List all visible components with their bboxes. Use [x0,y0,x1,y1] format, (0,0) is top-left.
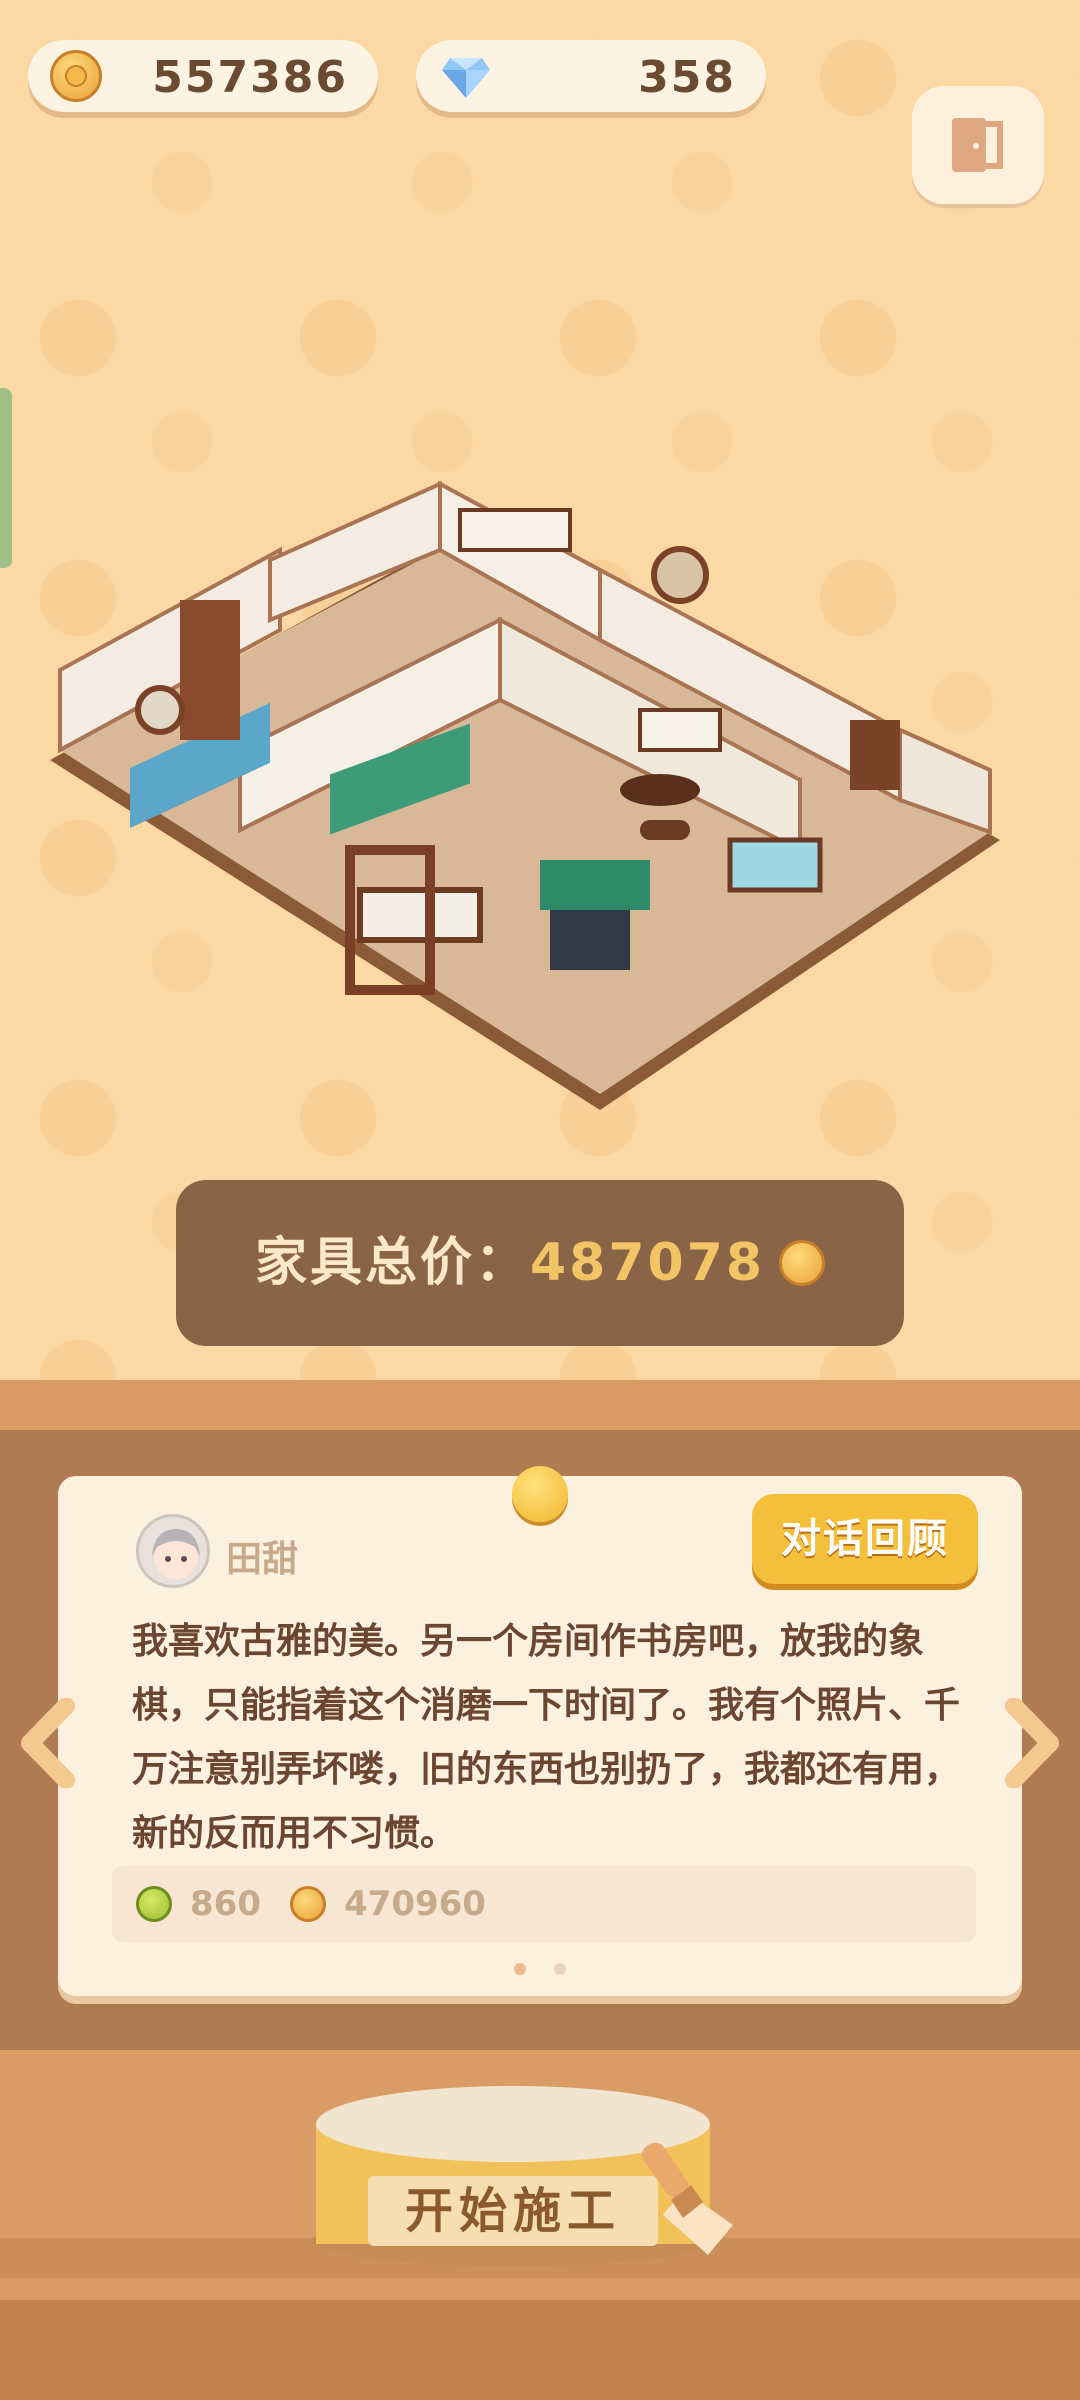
start-button-label: 开始施工 [404,2183,621,2239]
pin-icon [512,1466,568,1522]
coin-amount: 557386 [152,52,348,103]
dialogue-text: 我喜欢古雅的美。另一个房间作书房吧，放我的象棋，只能指着这个消磨一下时间了。我有… [132,1621,961,1854]
page-dot[interactable] [554,1963,566,1975]
page-dot-active[interactable] [514,1963,526,1975]
exit-button[interactable] [912,86,1044,204]
house-floorplan-illustration[interactable] [40,470,1040,1130]
exit-door-icon [952,118,1003,172]
brush-icon [641,2142,733,2255]
furniture-total-price-banner: 家具总价：487078 [176,1180,904,1346]
reward-badge-icon [136,1886,172,1922]
coin-icon [779,1240,826,1286]
coin-icon [50,50,102,102]
coin-counter[interactable]: 557386 [28,40,378,112]
side-tab[interactable] [0,388,12,568]
gem-amount: 358 [638,52,736,103]
gem-counter[interactable]: 358 [416,40,766,112]
reward-value-2: 470960 [344,1884,486,1924]
reward-value-1: 860 [190,1884,261,1924]
chevron-right-icon[interactable] [1002,1698,1062,1788]
avatar [136,1514,210,1588]
dialogue-history-button[interactable]: 对话回顾 [752,1494,978,1584]
start-construction-button[interactable]: 开始施工 [308,2080,733,2270]
speaker-name: 田甜 [226,1539,299,1580]
reward-bar: 860 470960 [112,1866,976,1942]
coin-icon [290,1886,326,1922]
gem-icon [442,58,490,98]
chevron-left-icon[interactable] [18,1698,78,1788]
wood-border [0,1380,1080,1430]
price-label: 家具总价： [254,1233,530,1293]
wood-floor-bottom [0,2300,1080,2400]
price-value: 487078 [529,1233,766,1293]
